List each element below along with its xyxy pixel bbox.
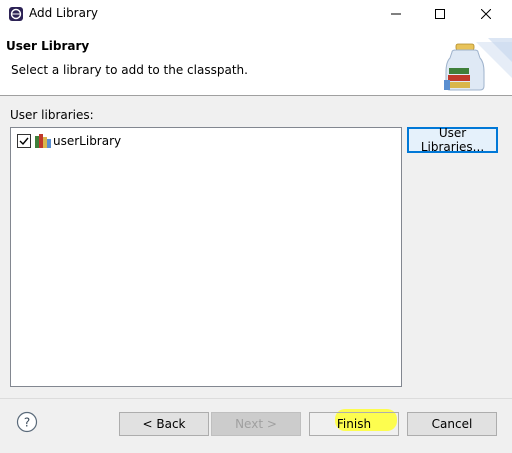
page-description: Select a library to add to the classpath… <box>11 63 248 77</box>
user-libraries-list[interactable]: userLibrary <box>10 127 402 387</box>
cancel-button[interactable]: Cancel <box>407 412 497 436</box>
help-icon[interactable]: ? <box>16 411 38 433</box>
maximize-button[interactable] <box>418 0 462 28</box>
next-button[interactable]: Next > <box>211 412 301 436</box>
footer-separator <box>0 398 512 399</box>
page-title: User Library <box>6 39 90 53</box>
back-button[interactable]: < Back <box>119 412 209 436</box>
maximize-icon <box>435 9 445 19</box>
title-bar: Add Library <box>0 0 512 28</box>
close-button[interactable] <box>464 0 508 28</box>
library-jar-books-icon <box>444 38 512 91</box>
library-name: userLibrary <box>53 134 122 148</box>
user-libraries-button[interactable]: User Libraries... <box>407 126 498 154</box>
finish-label: Finish <box>336 417 372 431</box>
wizard-header: User Library Select a library to add to … <box>0 28 512 96</box>
svg-text:?: ? <box>24 416 30 430</box>
minimize-icon <box>391 13 401 15</box>
minimize-button[interactable] <box>374 0 418 28</box>
finish-button[interactable]: Finish <box>309 412 399 436</box>
window-title: Add Library <box>29 6 99 20</box>
check-icon <box>19 137 29 146</box>
eclipse-icon <box>9 7 23 21</box>
list-item[interactable]: userLibrary <box>17 132 121 150</box>
library-icon <box>35 134 51 148</box>
user-libraries-label: User libraries: <box>10 108 94 122</box>
library-checkbox[interactable] <box>17 134 31 148</box>
close-icon <box>481 9 491 19</box>
